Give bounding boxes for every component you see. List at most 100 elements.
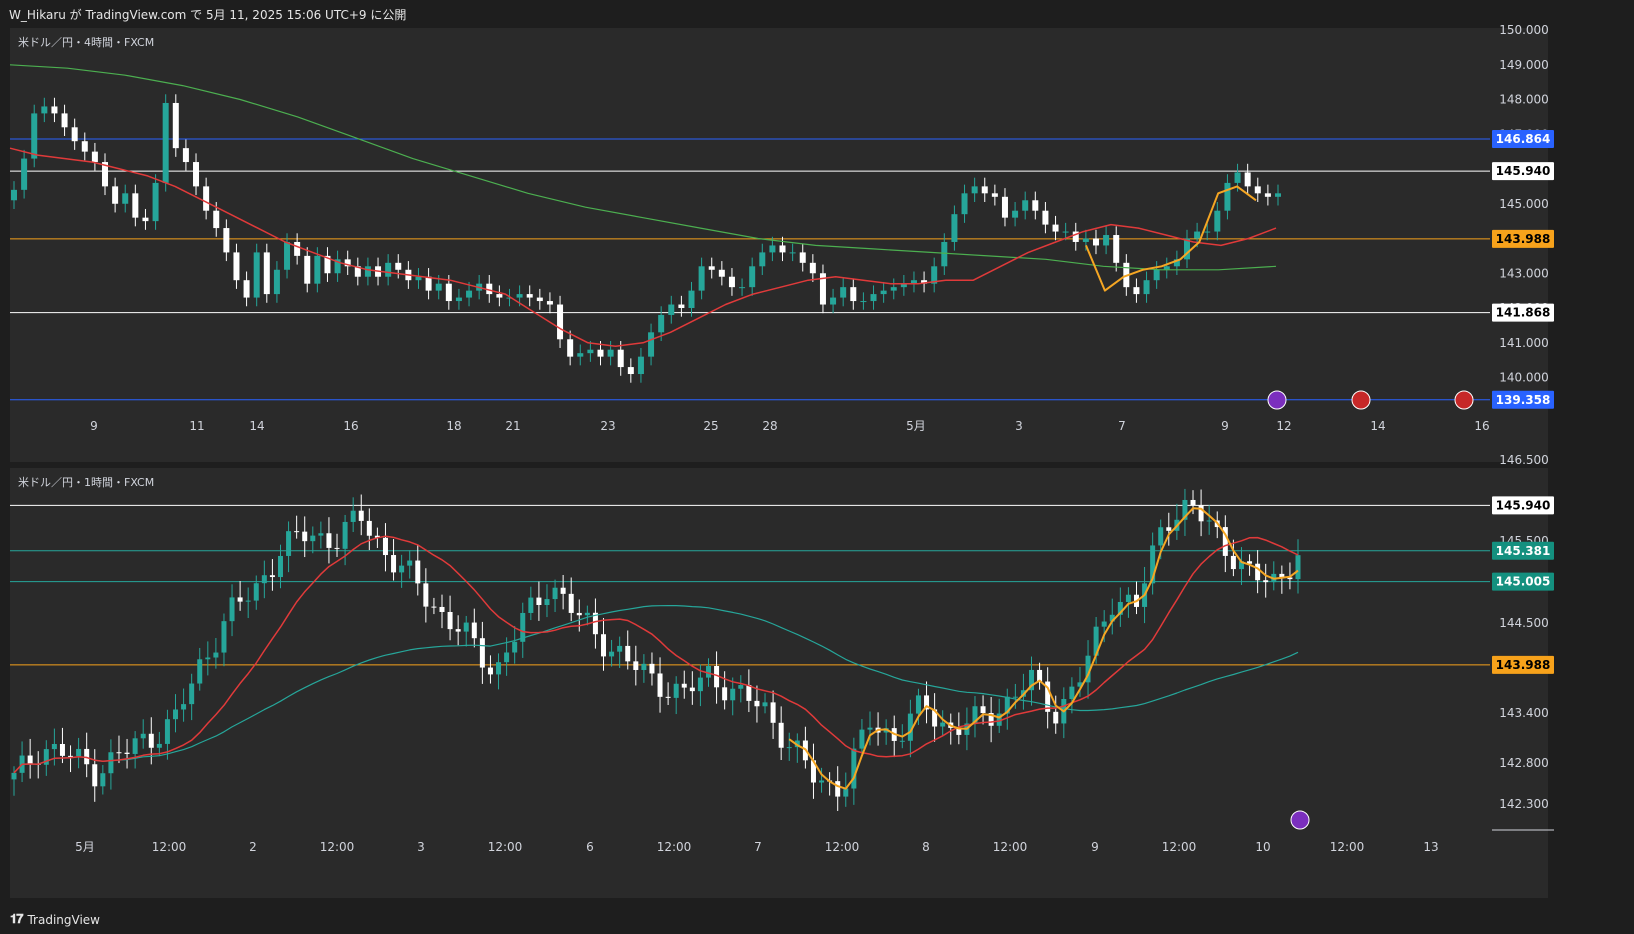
candle-body-4h <box>860 301 867 303</box>
candle-body-4h <box>1143 280 1150 295</box>
candle-body-1h <box>1125 594 1131 602</box>
candle-body-1h <box>124 752 130 754</box>
x-tick-1h: 12:00 <box>1330 840 1365 854</box>
candle-body-4h <box>1082 238 1089 242</box>
candle-body-1h <box>722 687 728 701</box>
candle-body-1h <box>229 597 235 622</box>
price-level-1h-label: 145.381 <box>1496 544 1551 558</box>
candle-body-1h <box>1198 505 1204 522</box>
candle-body-4h <box>496 294 503 298</box>
candle-body-4h <box>435 283 442 291</box>
candle-body-1h <box>391 555 397 573</box>
candle-body-1h <box>277 555 283 578</box>
candle-body-1h <box>1206 520 1212 522</box>
brand-name: TradingView <box>27 912 100 927</box>
candle-body-4h <box>749 266 756 288</box>
price-level-1h-label: 145.940 <box>1496 498 1551 512</box>
candle-body-1h <box>358 510 364 521</box>
candle-body-4h <box>981 186 988 194</box>
candle-body-1h <box>738 685 744 689</box>
candle-body-1h <box>366 520 372 536</box>
footer-bar: 𝟏𝟕 TradingView <box>0 904 1634 934</box>
candle-body-4h <box>739 287 746 289</box>
candle-body-4h <box>1113 235 1120 263</box>
x-tick-4h: 16 <box>343 419 358 433</box>
candle-body-1h <box>705 665 711 678</box>
candle-body-4h <box>809 262 816 274</box>
candle-body-1h <box>455 629 461 632</box>
candle-body-1h <box>326 533 332 548</box>
candle-body-1h <box>1295 555 1301 580</box>
candle-body-1h <box>382 537 388 556</box>
candle-body-1h <box>487 667 493 675</box>
candle-body-4h <box>941 241 948 267</box>
candle-body-1h <box>601 634 607 657</box>
x-tick-4h: 28 <box>762 419 777 433</box>
candle-body-4h <box>273 269 280 295</box>
candle-body-4h <box>830 297 837 305</box>
candle-body-1h <box>544 599 550 606</box>
candle-body-4h <box>364 266 371 277</box>
x-tick-1h: 12:00 <box>1162 840 1197 854</box>
candle-body-4h <box>152 182 159 222</box>
candle-body-1h <box>213 652 219 658</box>
candle-body-4h <box>112 186 119 204</box>
candle-body-1h <box>302 531 308 542</box>
candle-body-4h <box>1062 231 1069 233</box>
candle-body-1h <box>294 531 300 533</box>
price-level-4h-label: 146.864 <box>1496 132 1551 146</box>
sma-short-1h <box>13 535 1299 774</box>
candle-body-1h <box>657 673 663 697</box>
candle-body-4h <box>71 127 78 142</box>
candle-body-4h <box>1042 210 1049 225</box>
x-tick-1h: 2 <box>249 840 257 854</box>
candle-body-4h <box>91 151 98 163</box>
candle-body-1h <box>1158 527 1164 546</box>
candle-body-4h <box>172 102 179 149</box>
candle-body-4h <box>1092 238 1099 246</box>
y-tick-4h: 150.000 <box>1499 23 1549 37</box>
lightning-icon <box>1267 390 1287 410</box>
candle-body-4h <box>11 189 17 201</box>
candle-body-4h <box>203 186 210 211</box>
candle-body-1h <box>1053 711 1059 724</box>
candle-body-4h <box>951 214 958 242</box>
candle-body-4h <box>557 304 564 340</box>
candle-body-4h <box>759 252 766 267</box>
candle-body-1h <box>407 560 413 566</box>
y-tick-4h: 141.000 <box>1499 336 1549 350</box>
y-tick-1h: 142.800 <box>1499 756 1549 770</box>
x-tick-4h: 16 <box>1474 419 1489 433</box>
candle-body-1h <box>27 755 33 764</box>
x-tick-1h: 13 <box>1423 840 1438 854</box>
candle-body-4h <box>840 287 847 298</box>
candle-body-4h <box>395 262 402 270</box>
candle-body-1h <box>221 621 227 653</box>
candle-body-4h <box>698 266 705 291</box>
candle-body-4h <box>243 280 250 298</box>
candle-body-1h <box>576 612 582 616</box>
x-tick-4h: 14 <box>1370 419 1385 433</box>
candle-body-4h <box>162 102 169 183</box>
candle-body-1h <box>140 733 146 739</box>
candle-body-1h <box>253 583 259 601</box>
price-level-4h-label: 145.940 <box>1496 164 1551 178</box>
price-level-4h-label: 143.988 <box>1496 232 1551 246</box>
candle-body-1h <box>665 696 671 698</box>
candle-body-4h <box>253 252 260 298</box>
candle-body-1h <box>980 706 986 714</box>
candle-body-1h <box>649 663 655 674</box>
candle-body-1h <box>1255 563 1261 581</box>
candle-body-1h <box>641 663 647 670</box>
x-tick-4h: 18 <box>446 419 461 433</box>
x-tick-4h: 11 <box>189 419 204 433</box>
candle-body-4h <box>193 162 200 187</box>
candle-body-1h <box>197 659 203 684</box>
candle-body-4h <box>567 339 574 357</box>
candle-body-1h <box>609 651 615 657</box>
y-tick-4h: 140.000 <box>1499 371 1549 385</box>
x-tick-4h: 23 <box>600 419 615 433</box>
tradingview-logo[interactable]: 𝟏𝟕 TradingView <box>10 912 100 927</box>
us-flag-icon <box>1351 390 1371 410</box>
x-tick-1h: 12:00 <box>152 840 187 854</box>
